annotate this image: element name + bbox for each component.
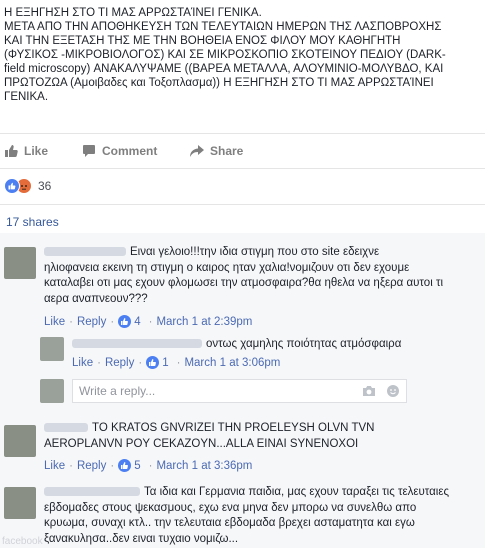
- comment-like-count[interactable]: 5: [134, 460, 140, 472]
- comment-timestamp[interactable]: March 1 at 3:36pm: [156, 460, 252, 472]
- commenter-name-redacted[interactable]: [44, 487, 140, 497]
- post-line: Η ΕΞΗΓΗΣΗ ΣΤΟ ΤΙ ΜΑΣ ΑΡΡΩΣΤΑΊΝΕΙ ΓΕΝΙΚΑ.: [4, 7, 262, 19]
- emoji-icon[interactable]: [386, 384, 400, 398]
- comment-reply-link[interactable]: Reply: [77, 316, 106, 328]
- comment-line: αερα αναπνεουν???: [44, 292, 148, 305]
- comment-line-text: οντως χαμηλης ποιότητας ατμόσφαιρα: [206, 338, 402, 350]
- comment-label: Comment: [102, 144, 158, 158]
- separator-dot: ·: [110, 459, 115, 472]
- separator-dot: ·: [69, 315, 73, 328]
- comment-line: εβδομαδες στους ψεκασμους, εχω ενα μηνα …: [44, 501, 417, 514]
- avatar[interactable]: [40, 337, 64, 361]
- post-actions: Like Comment Share: [0, 140, 485, 162]
- comment-icon: [83, 145, 95, 157]
- comment-line: οντως χαμηλης ποιότητας ατμόσφαιρα: [72, 337, 472, 353]
- comment-reply-link[interactable]: Reply: [105, 357, 134, 369]
- commenter-name-redacted[interactable]: [44, 247, 126, 257]
- comment-line: Τα ιδια και Γερμανια παιδια, μας εχουν τ…: [44, 485, 484, 501]
- comment-meta: Like · Reply · 4 · March 1 at 2:39pm: [44, 315, 252, 328]
- divider: [0, 133, 485, 134]
- comment-button[interactable]: Comment: [82, 140, 157, 162]
- avatar[interactable]: [4, 247, 36, 279]
- post-line: field microscopy) ΑΝΑΚΑΛΥΨΑΜΕ ((ΒΑΡΕΑ ΜΕ…: [4, 63, 444, 75]
- divider: [0, 204, 485, 205]
- post-text: Η ΕΞΗΓΗΣΗ ΣΤΟ ΤΙ ΜΑΣ ΑΡΡΩΣΤΑΊΝΕΙ ΓΕΝΙΚΑ.…: [4, 6, 476, 104]
- separator-dot: ·: [69, 459, 73, 472]
- shares-link[interactable]: 17 shares: [6, 215, 59, 229]
- comments-area: Ειναι γελοιο!!!την ιδια στιγμη που στο s…: [0, 233, 485, 548]
- comment-reply-link[interactable]: Reply: [77, 460, 106, 472]
- comment-text: TO KRATOS GNVRIZEI THN PROELEYSH OLVN TV…: [44, 421, 484, 452]
- comment-line: ηλιοφανεια εκεινη τη στιγμη ο καιρος ητα…: [44, 261, 410, 274]
- like-count-icon: [118, 315, 132, 328]
- comment-line: κρυωμα, συναχι κτλ.. την τελευταια εβδομ…: [44, 517, 415, 529]
- separator-dot: ·: [97, 356, 101, 369]
- comment-line: Ειναι γελοιο!!!την ιδια στιγμη που στο s…: [44, 245, 484, 261]
- post-line: ΓΕΝΙΚΑ.: [4, 91, 49, 103]
- like-count-icon: [146, 356, 160, 369]
- comment-like-link[interactable]: Like: [44, 460, 65, 472]
- comment-like-count[interactable]: 4: [134, 316, 140, 328]
- comment-line: TO KRATOS GNVRIZEI THN PROELEYSH OLVN TV…: [44, 421, 484, 437]
- comment: TO KRATOS GNVRIZEI THN PROELEYSH OLVN TV…: [0, 413, 485, 479]
- separator-dot: ·: [110, 315, 115, 328]
- comment-text: οντως χαμηλης ποιότητας ατμόσφαιρα: [72, 337, 472, 353]
- avatar[interactable]: [4, 487, 36, 519]
- camera-icon[interactable]: [362, 384, 376, 398]
- comment-line: AEROPLANVN POY CEKAZOYN...ALLA EINAI SYN…: [44, 437, 359, 450]
- share-button[interactable]: Share: [190, 140, 243, 162]
- comment-like-link[interactable]: Like: [44, 316, 65, 328]
- separator-dot: ·: [148, 315, 153, 328]
- comment-like-count[interactable]: 1: [162, 357, 168, 369]
- reactions-summary[interactable]: 36: [4, 178, 51, 194]
- post-line: (ΦΥΣΙΚΟΣ -ΜΙΚΡΟΒΙΟΛΟΓΟΣ) ΚΑΙ ΣΕ ΜΙΚΡΟΣΚΟ…: [4, 49, 446, 61]
- commenter-name-redacted[interactable]: [72, 339, 202, 349]
- share-label: Share: [210, 144, 244, 158]
- comment: Ειναι γελοιο!!!την ιδια στιγμη που στο s…: [0, 233, 485, 333]
- reaction-count: 36: [38, 179, 52, 193]
- separator-dot: ·: [138, 356, 143, 369]
- comment-meta: Like · Reply · 1 · March 1 at 3:06pm: [72, 356, 280, 369]
- reply-icons: [362, 384, 400, 398]
- watermark: facebook: [2, 536, 43, 547]
- comment-text: Ειναι γελοιο!!!την ιδια στιγμη που στο s…: [44, 245, 484, 307]
- commenter-name-redacted[interactable]: [44, 423, 88, 433]
- comment-timestamp[interactable]: March 1 at 3:06pm: [184, 357, 280, 369]
- share-icon: [190, 145, 204, 157]
- comment-line-text: Τα ιδια και Γερμανια παιδια, μας εχουν τ…: [144, 486, 450, 498]
- reply-comment: οντως χαμηλης ποιότητας ατμόσφαιρα Like …: [40, 333, 485, 377]
- post-line: ΜΕΤΑ ΑΠΟ ΤΗΝ ΑΠΟΘΗΚΕΥΣΗ ΤΩΝ ΤΕΛΕΥΤΑΙΩΝ Η…: [4, 21, 442, 33]
- post-line: ΚΑΙ ΤΗΝ ΕΞΕΤΑΣΗ ΤΗΣ ΜΕ ΤΗΝ ΒΟΗΘΕΙΑ ΕΝΟΣ …: [4, 35, 401, 47]
- like-label: Like: [24, 144, 49, 158]
- comment: Τα ιδια και Γερμανια παιδια, μας εχουν τ…: [0, 479, 485, 548]
- separator-dot: ·: [148, 459, 153, 472]
- like-count-icon: [118, 459, 132, 472]
- like-reaction-icon: [4, 178, 20, 194]
- comment-like-link[interactable]: Like: [72, 357, 93, 369]
- comment-timestamp[interactable]: March 1 at 2:39pm: [156, 316, 252, 328]
- comment-line: ξανακυλησα..δεν ειναι τυχαιο νομιζω...: [44, 532, 239, 545]
- reply-placeholder: Write a reply...: [79, 384, 156, 398]
- comment-line-text: Ειναι γελοιο!!!την ιδια στιγμη που στο s…: [130, 246, 380, 258]
- post-line: ΠΡΩΤΟΖΩΑ (Αμοιβαδες και Τοξοπλασμα)) Η Ε…: [4, 77, 434, 89]
- comment-line: καταλαβει οτι μας εχουν φλομωσει την ατμ…: [44, 277, 444, 289]
- comment-meta: Like · Reply · 5 · March 1 at 3:36pm: [44, 459, 252, 472]
- reply-input[interactable]: Write a reply...: [72, 379, 407, 403]
- like-button[interactable]: Like: [4, 140, 48, 162]
- divider: [0, 168, 485, 169]
- my-avatar: [40, 379, 64, 403]
- avatar[interactable]: [4, 425, 36, 457]
- separator-dot: ·: [176, 356, 181, 369]
- comment-line-text: TO KRATOS GNVRIZEI THN PROELEYSH OLVN TV…: [92, 422, 375, 434]
- thumbs-up-icon: [5, 145, 18, 157]
- comment-text: Τα ιδια και Γερμανια παιδια, μας εχουν τ…: [44, 485, 484, 547]
